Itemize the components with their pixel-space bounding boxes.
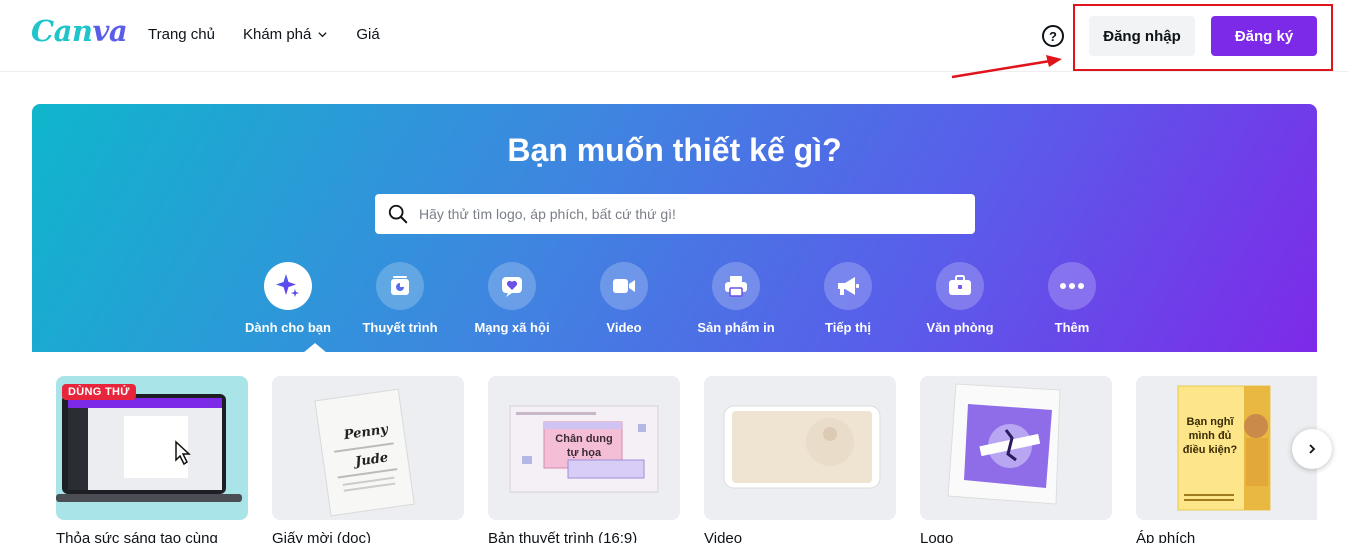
category-label: Văn phòng xyxy=(926,320,994,335)
template-thumbnail xyxy=(704,376,896,520)
template-label: Bản thuyết trình (16:9) xyxy=(488,530,638,543)
category-print[interactable]: Sản phẩm in xyxy=(680,262,792,335)
hero-title: Bạn muốn thiết kế gì? xyxy=(507,132,842,168)
category-for-you[interactable]: Dành cho bạn xyxy=(232,262,344,335)
briefcase-icon xyxy=(949,275,971,295)
chevron-right-icon xyxy=(1309,444,1316,454)
presentation-card-title: Chân dung tự họa xyxy=(555,433,613,459)
phone-video-illustration xyxy=(723,405,881,489)
presentation-icon xyxy=(391,276,409,295)
nav-home-label: Trang chủ xyxy=(148,26,215,43)
template-thumbnail: DÙNG THỬ xyxy=(56,376,248,520)
category-label: Dành cho bạn xyxy=(245,320,331,335)
megaphone-icon xyxy=(838,277,859,295)
poster-card-headline: Bạn nghĩ mình đủ điều kiện? xyxy=(1182,416,1238,456)
carousel-next-button[interactable] xyxy=(1292,429,1332,469)
nav-home[interactable]: Trang chủ xyxy=(148,26,215,43)
category-label: Sản phẩm in xyxy=(697,320,775,335)
annotation-highlight-box xyxy=(1073,4,1333,71)
chevron-down-icon xyxy=(318,32,327,38)
heart-icon xyxy=(502,277,522,297)
nav-pricing[interactable]: Giá xyxy=(356,26,379,43)
template-thumbnail: Penny Jude xyxy=(272,376,464,520)
category-label: Mạng xã hội xyxy=(474,320,550,335)
category-more[interactable]: Thêm xyxy=(1016,262,1128,335)
trial-badge: DÙNG THỬ xyxy=(62,384,136,400)
question-circle-icon[interactable]: ? xyxy=(1042,25,1064,47)
template-thumbnail xyxy=(920,376,1112,520)
template-card-try[interactable]: DÙNG THỬ Thỏa sức sáng tạo cùng xyxy=(56,376,248,543)
invitation-illustration: Penny Jude xyxy=(314,388,415,517)
template-label: Áp phích xyxy=(1136,530,1196,543)
category-label: Thuyết trình xyxy=(362,320,438,335)
nav-pricing-label: Giá xyxy=(356,26,380,43)
search-icon xyxy=(388,204,408,224)
template-label: Giấy mời (dọc) xyxy=(272,530,372,543)
canva-logo[interactable]: Canva xyxy=(31,14,128,48)
annotation-arrow xyxy=(951,55,1062,79)
printer-icon xyxy=(725,276,747,297)
template-card-invitation[interactable]: Penny Jude Giấy mời (dọc) xyxy=(272,376,464,543)
category-presentation[interactable]: Thuyết trình xyxy=(344,262,456,335)
category-label: Tiếp thị xyxy=(825,320,871,335)
template-label: Thỏa sức sáng tạo cùng xyxy=(56,530,218,543)
nav-explore-label: Khám phá xyxy=(242,26,312,43)
video-camera-icon xyxy=(613,279,635,293)
sparkle-icon xyxy=(276,274,299,297)
category-marketing[interactable]: Tiếp thị xyxy=(792,262,904,335)
active-category-caret xyxy=(303,343,327,353)
template-label: Logo xyxy=(920,530,954,543)
category-label: Thêm xyxy=(1054,320,1090,335)
hero-banner: Bạn muốn thiết kế gì? Dành cho bạn xyxy=(32,104,1317,353)
template-card-logo[interactable]: Logo xyxy=(920,376,1112,543)
template-thumbnail: Chân dung tự họa xyxy=(488,376,680,520)
template-label: Video xyxy=(704,530,743,543)
category-bar: Dành cho bạn Thuyết trình Mạng xã hội Vi… xyxy=(232,262,1128,335)
template-card-poster[interactable]: Bạn nghĩ mình đủ điều kiện? Áp phích xyxy=(1136,376,1317,543)
template-card-presentation[interactable]: Chân dung tự họa Bản thuyết trình (16:9) xyxy=(488,376,680,543)
template-thumbnail: Bạn nghĩ mình đủ điều kiện? xyxy=(1136,376,1317,520)
nav-explore[interactable]: Khám phá xyxy=(243,26,328,43)
main-nav: Trang chủ Khám phá Giá xyxy=(148,26,380,43)
logo-illustration xyxy=(947,383,1061,505)
search-input[interactable] xyxy=(419,206,959,222)
category-video[interactable]: Video xyxy=(568,262,680,335)
category-social-media[interactable]: Mạng xã hội xyxy=(456,262,568,335)
category-label: Video xyxy=(606,320,642,335)
template-carousel: DÙNG THỬ Thỏa sức sáng tạo cùng Penny Ju… xyxy=(56,376,1317,543)
category-office[interactable]: Văn phòng xyxy=(904,262,1016,335)
more-icon xyxy=(1060,283,1084,289)
template-card-video[interactable]: Video xyxy=(704,376,896,543)
search-bar[interactable] xyxy=(375,194,975,234)
